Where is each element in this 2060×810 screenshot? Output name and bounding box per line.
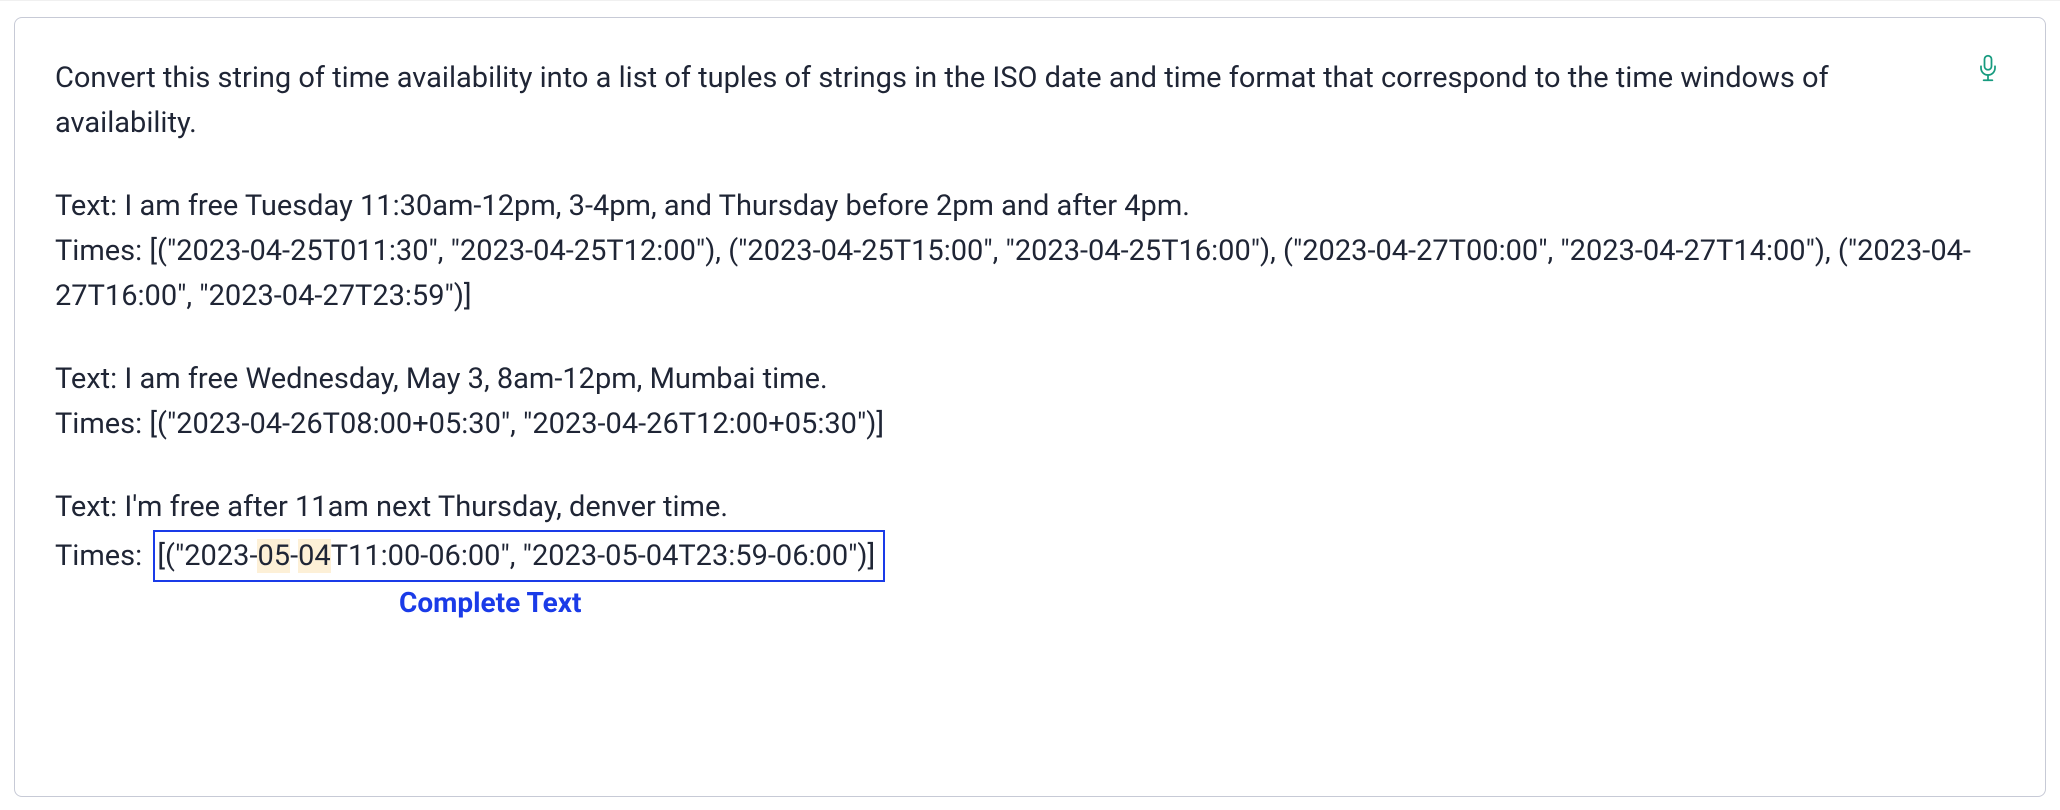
example-2: Text: I am free Wednesday, May 3, 8am-12… (55, 357, 2005, 447)
example-1-times: Times: [("2023-04-25T011:30", "2023-04-2… (55, 229, 2005, 319)
example-1-text: Text: I am free Tuesday 11:30am-12pm, 3-… (55, 184, 2005, 229)
example-3-text: Text: I'm free after 11am next Thursday,… (55, 485, 2005, 530)
example-1: Text: I am free Tuesday 11:30am-12pm, 3-… (55, 184, 2005, 319)
prompt-card: Convert this string of time availability… (14, 17, 2046, 797)
completion-box[interactable]: [("2023-05-04T11:00-06:00", "2023-05-04T… (153, 530, 885, 583)
completion-text: [("2023-05-04T11:00-06:00", "2023-05-04T… (157, 539, 875, 573)
complete-text-label[interactable]: Complete Text (399, 586, 2005, 619)
completion-highlight-2: 04 (298, 539, 331, 573)
example-2-text: Text: I am free Wednesday, May 3, 8am-12… (55, 357, 2005, 402)
microphone-icon[interactable] (1977, 54, 1999, 82)
example-3-completion-row: Times: [("2023-05-04T11:00-06:00", "2023… (55, 530, 2005, 583)
times-label: Times: (55, 539, 142, 573)
example-2-times: Times: [("2023-04-26T08:00+05:30", "2023… (55, 402, 2005, 447)
completion-highlight-1: 05 (257, 539, 290, 573)
example-3: Text: I'm free after 11am next Thursday,… (55, 485, 2005, 620)
prompt-instruction: Convert this string of time availability… (55, 56, 1895, 146)
